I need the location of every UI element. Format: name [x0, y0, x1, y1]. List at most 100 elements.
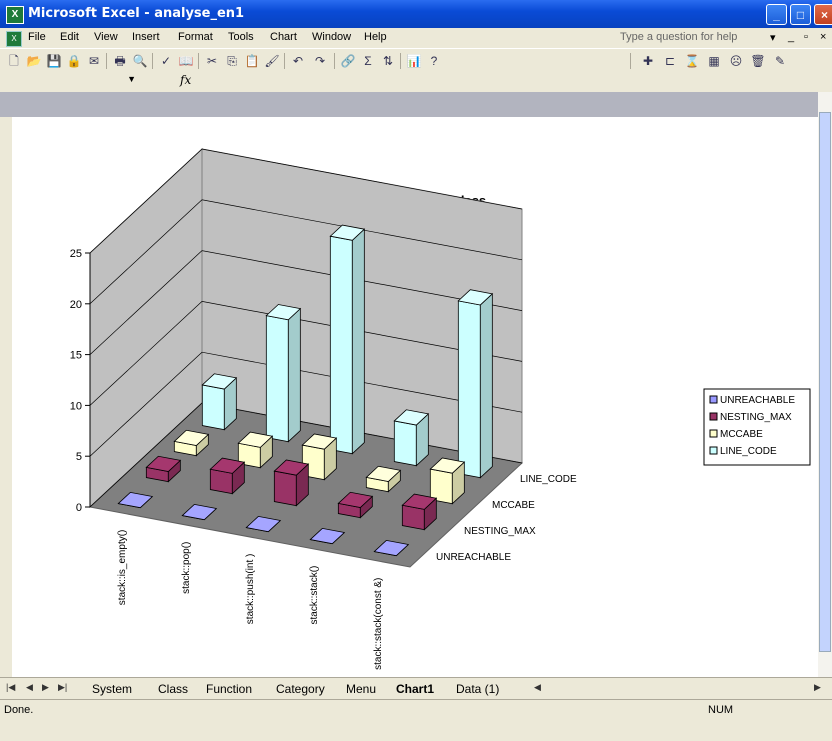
name-box-dropdown-icon[interactable]: ▼	[127, 74, 136, 84]
bar-front	[273, 470, 297, 507]
y-tick-label: 20	[70, 299, 82, 311]
series-axis-label: UNREACHABLE	[436, 552, 511, 563]
y-tick-label: 10	[70, 400, 82, 412]
chart-area[interactable]: Methods of stack class0510152025stack::i…	[12, 117, 818, 677]
bar-line-code[interactable]	[393, 409, 430, 467]
undo-icon[interactable]: ↶	[290, 53, 306, 69]
menu-window[interactable]: Window	[312, 31, 351, 43]
tab-chart1[interactable]: Chart1	[396, 682, 434, 696]
toolbar-separator	[198, 53, 199, 69]
menu-chart[interactable]: Chart	[270, 31, 297, 43]
open-icon[interactable]: 📂	[26, 53, 42, 69]
prev-sheet-icon[interactable]: ◀	[26, 682, 33, 693]
face-icon[interactable]: ☹	[728, 53, 744, 69]
next-sheet-icon[interactable]: ▶	[42, 682, 49, 693]
document-icon[interactable]: ▦	[706, 53, 722, 69]
menu-edit[interactable]: Edit	[60, 31, 79, 43]
tab-menu[interactable]: Menu	[346, 682, 376, 696]
autosum-icon[interactable]: Σ	[360, 53, 376, 69]
new-icon[interactable]: 🗋	[6, 53, 22, 69]
x-category-label: stack::pop()	[181, 542, 192, 594]
menu-help[interactable]: Help	[364, 31, 387, 43]
format-painter-icon[interactable]: 🖌	[264, 53, 280, 69]
y-tick-label: 5	[76, 451, 82, 463]
x-category-label: stack::push(int )	[245, 554, 256, 625]
bar-line-code[interactable]	[265, 304, 302, 443]
toolbar-separator	[106, 53, 107, 69]
bar-nesting-max[interactable]	[273, 459, 310, 507]
title-bar: X Microsoft Excel - analyse_en1 _ □ ×	[0, 0, 832, 28]
series-axis-label: NESTING_MAX	[464, 526, 536, 537]
trash-icon[interactable]: 🗑	[750, 53, 766, 69]
name-box[interactable]: ▼	[8, 74, 138, 90]
email-icon[interactable]: ✉	[86, 53, 102, 69]
maximize-button[interactable]: □	[790, 4, 811, 25]
bar-side	[287, 307, 301, 443]
y-tick-label: 25	[70, 248, 82, 260]
hscroll-right-icon[interactable]: ▶	[814, 682, 821, 693]
spelling-icon[interactable]: ✓	[158, 53, 174, 69]
hourglass-icon[interactable]: ⌛	[684, 53, 700, 69]
tab-data-1[interactable]: Data (1)	[456, 682, 499, 696]
cut-icon[interactable]: ✂	[204, 53, 220, 69]
redo-icon[interactable]: ↷	[312, 53, 328, 69]
hscroll-left-icon[interactable]: ◀	[534, 682, 541, 693]
print-icon[interactable]: 🖶	[112, 53, 128, 69]
toolbar-separator	[334, 53, 335, 69]
bar-line-code[interactable]	[457, 289, 494, 479]
add-icon[interactable]: ✚	[640, 53, 656, 69]
vertical-scrollbar[interactable]	[818, 92, 832, 677]
legend-entry: MCCABE	[720, 429, 763, 440]
vertical-scrollbar-thumb[interactable]	[819, 112, 831, 652]
menu-view[interactable]: View	[94, 31, 118, 43]
chart-svg[interactable]: Methods of stack class0510152025stack::i…	[12, 117, 818, 677]
save-icon[interactable]: 💾	[46, 53, 62, 69]
workbook-icon[interactable]: X	[6, 31, 22, 47]
bar-line-code[interactable]	[201, 373, 238, 431]
standard-toolbar: 🗋 📂 💾 🔒 ✉ 🖶 🔍 ✓ 📖 ✂ ⎘ 📋 🖌 ↶ ↷ 🔗 Σ ⇅ 📊 ? …	[0, 48, 832, 73]
help-icon[interactable]: ?	[426, 53, 442, 69]
workbook-minimize-button[interactable]: _	[788, 31, 794, 43]
tab-function[interactable]: Function	[206, 682, 252, 696]
workbook-restore-button[interactable]: ▫	[804, 31, 808, 43]
window-title: Microsoft Excel - analyse_en1	[28, 6, 245, 21]
x-category-label: stack::stack()	[309, 566, 320, 625]
bar-front	[265, 315, 289, 443]
menu-tools[interactable]: Tools	[228, 31, 254, 43]
bar-mccabe[interactable]	[429, 457, 466, 505]
menu-insert[interactable]: Insert	[132, 31, 160, 43]
insert-function-icon[interactable]: fx	[180, 73, 191, 87]
minimize-button[interactable]: _	[766, 4, 787, 25]
x-category-label: stack::stack(const &)	[373, 578, 384, 670]
help-dropdown-icon[interactable]: ▾	[770, 31, 776, 44]
bar-front	[457, 300, 481, 479]
legend-swatch	[709, 395, 718, 404]
chart-wizard-icon[interactable]: 📊	[406, 53, 422, 69]
hyperlink-icon[interactable]: 🔗	[340, 53, 356, 69]
permission-icon[interactable]: 🔒	[66, 53, 82, 69]
menu-format[interactable]: Format	[178, 31, 213, 43]
tab-system[interactable]: System	[92, 682, 132, 696]
excel-app-icon[interactable]: X	[6, 6, 24, 24]
series-axis-label: LINE_CODE	[520, 474, 577, 485]
tag-icon[interactable]: ⊏	[662, 53, 678, 69]
paste-icon[interactable]: 📋	[244, 53, 260, 69]
first-sheet-icon[interactable]: |◀	[6, 682, 15, 693]
tab-category[interactable]: Category	[276, 682, 325, 696]
menu-file[interactable]: File	[28, 31, 46, 43]
legend-swatch	[709, 446, 718, 455]
close-button[interactable]: ×	[814, 4, 832, 25]
print-preview-icon[interactable]: 🔍	[132, 53, 148, 69]
y-tick-label: 0	[76, 502, 82, 514]
bar-side	[351, 228, 365, 455]
help-question-box[interactable]: Type a question for help	[620, 31, 737, 43]
copy-icon[interactable]: ⎘	[224, 53, 240, 69]
bar-line-code[interactable]	[329, 224, 366, 455]
sort-ascending-icon[interactable]: ⇅	[380, 53, 396, 69]
workbook-close-button[interactable]: ×	[820, 31, 826, 43]
last-sheet-icon[interactable]: ▶|	[58, 682, 67, 693]
tab-class[interactable]: Class	[158, 682, 188, 696]
research-icon[interactable]: 📖	[178, 53, 194, 69]
series-axis-label: MCCABE	[492, 500, 535, 511]
pencil-icon[interactable]: ✎	[772, 53, 788, 69]
